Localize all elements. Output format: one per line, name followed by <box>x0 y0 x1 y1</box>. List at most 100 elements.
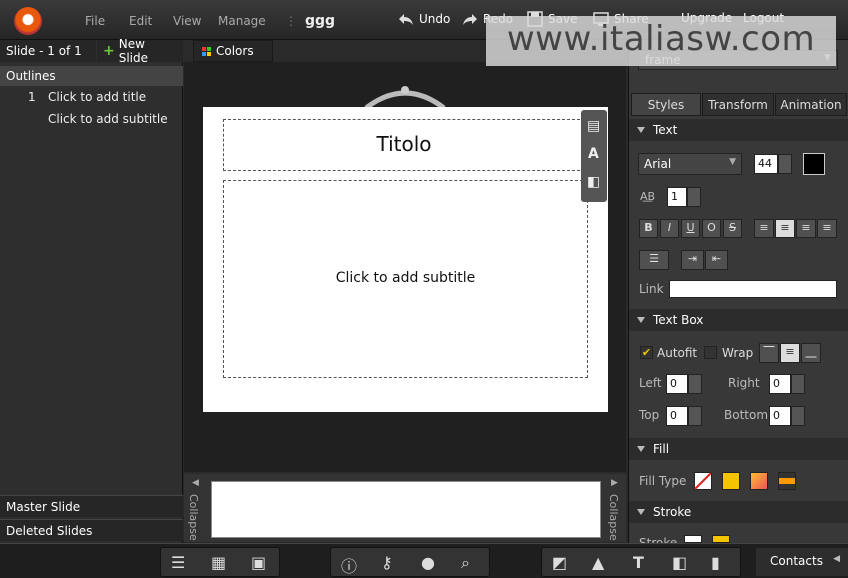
outdent-icon: ⇤ <box>711 252 722 265</box>
bottom-margin-input[interactable]: 0 <box>769 406 791 426</box>
present-icon[interactable]: ▣ <box>251 553 269 572</box>
menu-file[interactable]: File <box>85 14 105 28</box>
align-center-button[interactable]: ≡ <box>775 219 795 238</box>
colors-label: Colors <box>216 44 254 58</box>
indent-button[interactable]: ⇥ <box>681 250 704 270</box>
wrap-checkbox[interactable] <box>704 346 717 359</box>
chat-icon[interactable]: ● <box>421 553 439 572</box>
menu-separator-icon: ⋮ <box>285 14 297 28</box>
menu-view[interactable]: View <box>173 14 201 28</box>
section-text-header[interactable]: Text <box>629 119 848 141</box>
font-size-stepper[interactable] <box>778 154 792 174</box>
font-family-select[interactable]: Arial ▼ <box>638 153 742 175</box>
contacts-button[interactable]: Contacts ◀ <box>756 548 848 576</box>
align-right-button[interactable]: ≡ <box>796 219 816 238</box>
text-icon[interactable]: T <box>633 553 651 572</box>
outlines-header[interactable]: Outlines <box>0 66 183 86</box>
bottom-margin-label: Bottom <box>724 408 769 422</box>
letter-spacing-input[interactable]: 1 <box>667 187 687 207</box>
deleted-slides-button[interactable]: Deleted Slides <box>0 519 183 541</box>
collapse-right-arrow-icon[interactable]: ▶ <box>611 478 618 488</box>
indent-icon: ⇥ <box>687 252 698 265</box>
image-fill-button[interactable] <box>778 472 796 490</box>
undo-button[interactable]: Undo <box>398 11 450 27</box>
valign-top-button[interactable]: ⎺ <box>759 343 779 363</box>
no-fill-icon[interactable] <box>694 472 712 490</box>
colors-button[interactable]: Colors <box>193 40 273 62</box>
left-margin-stepper[interactable] <box>688 374 702 394</box>
undo-icon <box>399 14 413 25</box>
underline-button[interactable]: U <box>681 219 700 238</box>
section-stroke-label: Stroke <box>653 505 692 519</box>
top-margin-input[interactable]: 0 <box>666 406 688 426</box>
tab-transform[interactable]: Transform <box>702 93 774 116</box>
outline-view-icon[interactable]: ☰ <box>171 553 189 572</box>
section-fill-header[interactable]: Fill <box>629 438 848 460</box>
outdent-button[interactable]: ⇤ <box>705 250 728 270</box>
valign-bottom-button[interactable]: ⎽ <box>801 343 821 363</box>
font-size-input[interactable]: 44 <box>754 154 778 174</box>
right-margin-label: Right <box>728 376 760 390</box>
letter-spacing-stepper[interactable] <box>687 187 701 207</box>
image-icon[interactable]: ◩ <box>552 553 570 572</box>
fill-type-label: Fill Type <box>639 474 687 488</box>
autofit-checkbox[interactable]: ✔ <box>640 346 653 359</box>
notes-editor[interactable] <box>211 481 601 538</box>
line-spacing-button[interactable]: ☰ <box>639 250 669 270</box>
contacts-label: Contacts <box>770 554 823 568</box>
tab-animation[interactable]: Animation <box>775 93 847 116</box>
master-slide-button[interactable]: Master Slide <box>0 495 183 517</box>
outline-title-text: Click to add title <box>48 90 147 104</box>
overline-button[interactable]: O <box>702 219 721 238</box>
right-margin-input[interactable]: 0 <box>769 374 791 394</box>
collapse-left-label[interactable]: Collapse <box>187 494 200 541</box>
solid-fill-button[interactable] <box>722 472 740 490</box>
slide-count: Slide - 1 of 1 <box>0 40 96 62</box>
align-left-icon: ≡ <box>759 221 769 234</box>
color-grid-icon <box>202 46 211 56</box>
left-margin-input[interactable]: 0 <box>666 374 688 394</box>
section-textbox-header[interactable]: Text Box <box>629 309 848 331</box>
valign-middle-button[interactable]: ≡ <box>780 343 800 363</box>
picture-icon[interactable]: ▲ <box>592 553 610 572</box>
top-margin-label: Top <box>639 408 660 422</box>
outline-item[interactable]: 1 Click to add title <box>0 90 183 110</box>
link-label: Link <box>639 282 664 296</box>
link-input[interactable] <box>669 280 837 298</box>
info-icon[interactable]: ⓘ <box>341 553 359 576</box>
align-left-button[interactable]: ≡ <box>754 219 774 238</box>
app-logo[interactable] <box>14 7 42 35</box>
align-justify-icon: ≡ <box>822 221 832 234</box>
grid-view-icon[interactable]: ▦ <box>211 553 229 572</box>
key-icon[interactable]: ⚷ <box>381 553 399 572</box>
collapse-right-label[interactable]: Collapse <box>607 494 620 541</box>
menu-manage[interactable]: Manage <box>218 14 266 28</box>
bottom-margin-stepper[interactable] <box>791 406 805 426</box>
font-color-swatch[interactable] <box>803 153 825 175</box>
chevron-left-icon: ◀ <box>833 554 840 564</box>
bold-button[interactable]: B <box>639 219 658 238</box>
new-slide-label: New Slide <box>118 37 149 65</box>
text-style-icon[interactable]: A <box>588 146 599 162</box>
title-textbox[interactable]: Titolo <box>223 119 585 171</box>
collapse-left-arrow-icon[interactable]: ◀ <box>192 478 199 488</box>
top-margin-stepper[interactable] <box>688 406 702 426</box>
outline-item[interactable]: Click to add subtitle <box>0 112 183 132</box>
menu-edit[interactable]: Edit <box>129 14 152 28</box>
section-stroke-header[interactable]: Stroke <box>629 501 848 523</box>
search-icon[interactable]: ⌕ <box>461 553 479 572</box>
no-stroke-button[interactable] <box>684 535 702 543</box>
solid-stroke-button[interactable] <box>712 535 730 543</box>
new-slide-button[interactable]: + New Slide <box>97 37 183 65</box>
strikethrough-button[interactable]: S <box>723 219 742 238</box>
shape-icon[interactable]: ◧ <box>672 553 690 572</box>
align-justify-button[interactable]: ≡ <box>817 219 837 238</box>
subtitle-textbox[interactable]: Click to add subtitle <box>223 180 588 378</box>
tab-styles[interactable]: Styles <box>631 93 701 116</box>
document-icon[interactable]: ▤ <box>587 118 600 134</box>
right-margin-stepper[interactable] <box>791 374 805 394</box>
gradient-fill-button[interactable] <box>750 472 768 490</box>
chart-icon[interactable]: ▮ <box>711 553 729 572</box>
italic-button[interactable]: I <box>660 219 679 238</box>
shapes-icon[interactable]: ◧ <box>587 174 600 190</box>
